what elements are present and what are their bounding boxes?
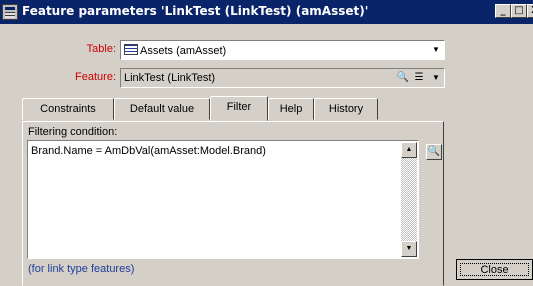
tab-constraints-label: Constraints bbox=[40, 103, 96, 115]
minimize-button[interactable]: _ bbox=[495, 4, 511, 18]
chevron-down-icon[interactable]: ▼ bbox=[430, 71, 442, 85]
tab-history[interactable]: History bbox=[314, 98, 378, 120]
tab-filter-label: Filter bbox=[226, 101, 252, 113]
filtering-condition-label: Filtering condition: bbox=[28, 126, 118, 138]
vertical-scrollbar[interactable]: ▲ ▼ bbox=[401, 142, 417, 257]
list-icon[interactable]: ☰ bbox=[412, 71, 426, 85]
app-window-icon bbox=[2, 4, 18, 20]
close-window-button[interactable]: X bbox=[527, 4, 533, 18]
filtering-condition-text: Brand.Name = AmDbVal(amAsset:Model.Brand… bbox=[31, 145, 266, 157]
tab-constraints[interactable]: Constraints bbox=[22, 98, 114, 120]
window-title: Feature parameters 'LinkTest (LinkTest) … bbox=[22, 4, 369, 18]
close-button[interactable]: Close bbox=[456, 259, 533, 280]
filtering-condition-textarea[interactable]: Brand.Name = AmDbVal(amAsset:Model.Brand… bbox=[27, 140, 419, 259]
table-icon bbox=[124, 44, 138, 55]
search-icon: 🔍 bbox=[427, 146, 441, 157]
scroll-down-icon[interactable]: ▼ bbox=[401, 241, 417, 257]
tab-default-value-label: Default value bbox=[129, 103, 195, 115]
tab-filter[interactable]: Filter bbox=[210, 96, 268, 121]
maximize-button[interactable]: □ bbox=[511, 4, 527, 18]
link-type-note: (for link type features) bbox=[28, 263, 135, 275]
table-label: Table: bbox=[86, 43, 116, 55]
tab-default-value[interactable]: Default value bbox=[114, 98, 210, 120]
table-select-value: Assets (amAsset) bbox=[140, 45, 227, 57]
feature-select-value: LinkTest (LinkTest) bbox=[124, 72, 216, 84]
tab-history-label: History bbox=[328, 103, 364, 115]
title-bar: Feature parameters 'LinkTest (LinkTest) … bbox=[0, 0, 533, 24]
table-select-value-wrap: Assets (amAsset) bbox=[124, 44, 226, 57]
tab-help-label: Help bbox=[279, 103, 303, 115]
table-select[interactable]: Assets (amAsset) ▼ bbox=[120, 40, 445, 60]
feature-select[interactable]: LinkTest (LinkTest) 🔍 ☰ ▼ bbox=[120, 68, 445, 88]
search-button[interactable]: 🔍 bbox=[426, 144, 442, 160]
close-button-label: Close bbox=[460, 263, 529, 276]
tab-help[interactable]: Help bbox=[268, 98, 314, 120]
feature-label: Feature: bbox=[75, 71, 116, 83]
chevron-down-icon[interactable]: ▼ bbox=[430, 43, 442, 57]
search-icon[interactable]: 🔍 bbox=[396, 71, 410, 85]
scroll-up-icon[interactable]: ▲ bbox=[401, 142, 417, 158]
